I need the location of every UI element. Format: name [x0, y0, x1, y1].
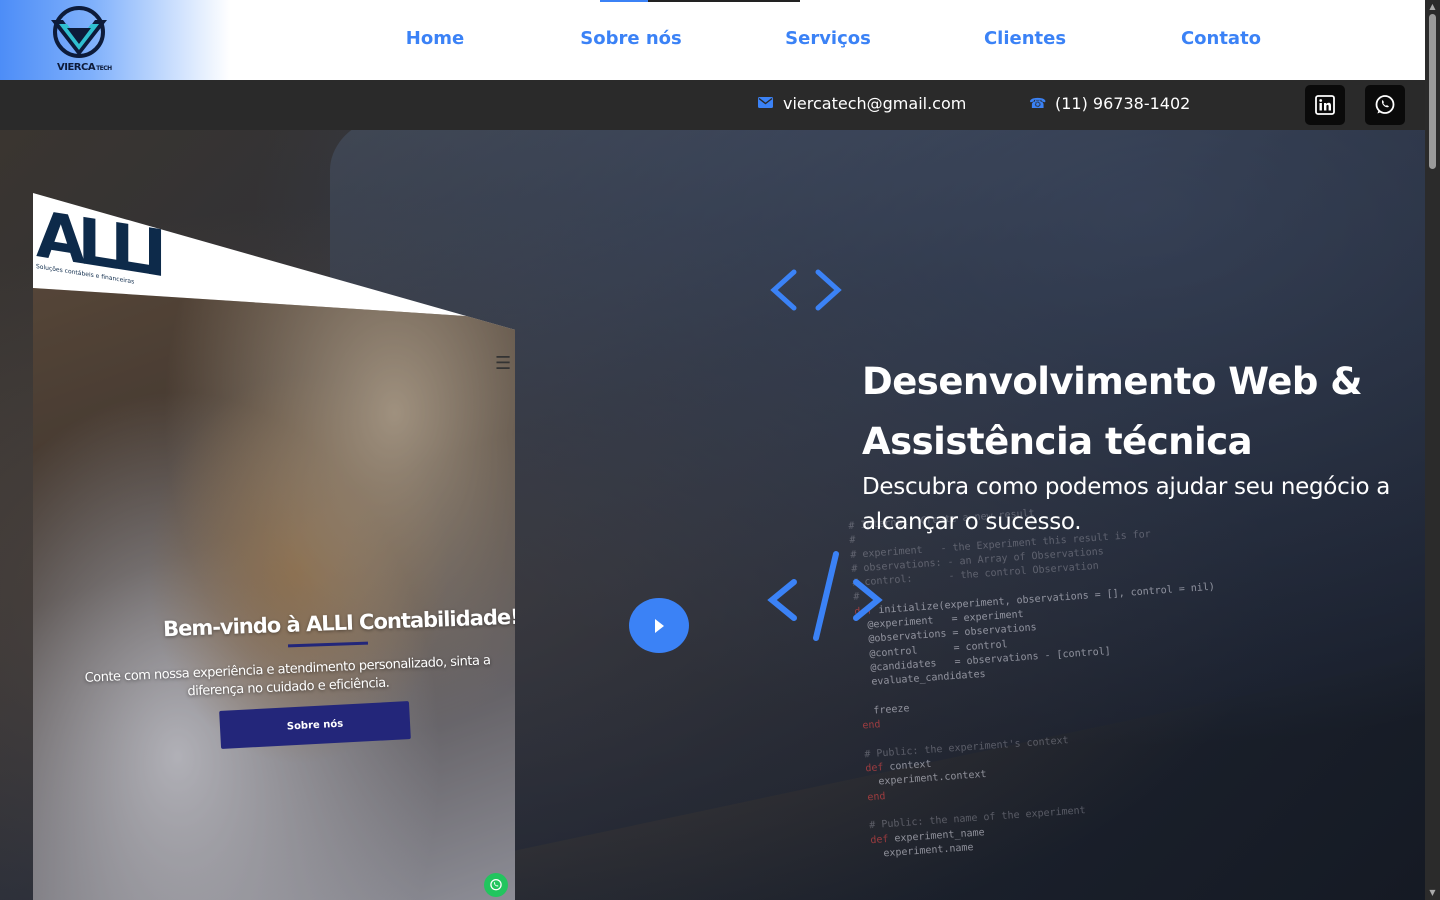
hero-title: Desenvolvimento Web & Assistência técnic… — [862, 360, 1362, 463]
mockup-photo-overlay — [33, 288, 515, 900]
whatsapp-button[interactable] — [1365, 85, 1405, 125]
phone-icon: ☎ — [1029, 95, 1047, 112]
envelope-icon — [757, 96, 773, 112]
code-slash-icon — [767, 551, 883, 641]
mockup-whatsapp-icon — [484, 873, 508, 897]
main-nav: Home Sobre nós Serviços Clientes Contato — [0, 0, 1425, 80]
page-scrollbar[interactable]: ▲ ▼ — [1425, 0, 1440, 900]
nav-servicos[interactable]: Serviços — [785, 28, 871, 49]
play-video-button[interactable] — [629, 598, 689, 653]
background-code: # Internal: Create a new result # # expe… — [848, 507, 1216, 860]
contact-email[interactable]: viercatech@gmail.com — [757, 94, 966, 113]
scrollbar-thumb[interactable] — [1429, 14, 1436, 169]
whatsapp-icon — [1375, 95, 1395, 114]
site-header: VIERCATECH Home Sobre nós Serviços Clien… — [0, 0, 1425, 80]
scroll-down-icon[interactable]: ▼ — [1428, 888, 1437, 897]
nav-home[interactable]: Home — [406, 28, 464, 49]
contact-bar: viercatech@gmail.com ☎ (11) 96738-1402 — [0, 80, 1425, 130]
scroll-up-icon[interactable]: ▲ — [1428, 2, 1437, 11]
code-brackets-icon — [770, 269, 842, 311]
nav-sobre-nos[interactable]: Sobre nós — [580, 28, 681, 49]
contact-phone[interactable]: ☎ (11) 96738-1402 — [1029, 94, 1190, 113]
nav-contato[interactable]: Contato — [1181, 28, 1261, 49]
hero-subtitle: Descubra como podemos ajudar seu negócio… — [862, 474, 1391, 535]
nav-clientes[interactable]: Clientes — [984, 28, 1066, 49]
linkedin-icon — [1315, 95, 1335, 115]
play-icon — [655, 618, 664, 633]
linkedin-button[interactable] — [1305, 85, 1345, 125]
hero-section: # Internal: Create a new result # # expe… — [0, 130, 1425, 900]
menu-icon: ☰ — [495, 353, 512, 374]
